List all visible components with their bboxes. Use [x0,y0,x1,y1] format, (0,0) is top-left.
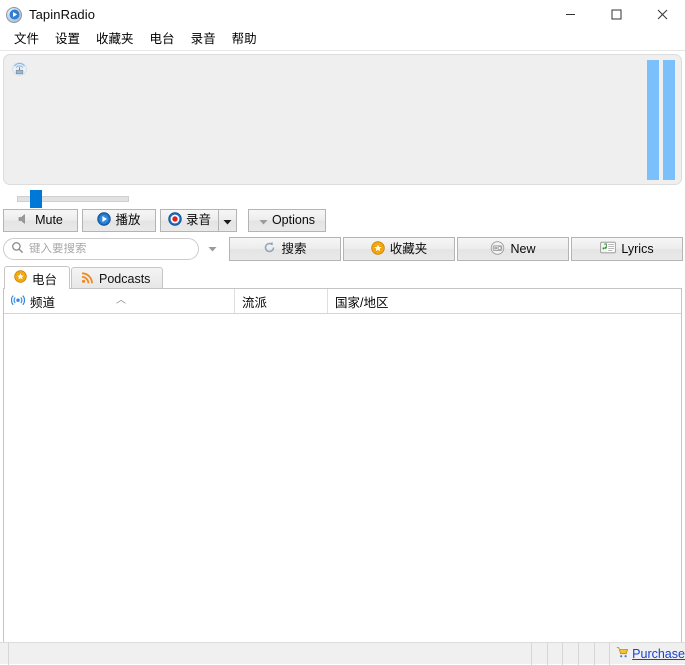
speaker-icon [18,213,31,228]
status-pane-5 [563,643,579,665]
tab-podcasts-label: Podcasts [99,272,150,286]
radio-icon [490,241,505,258]
cart-icon [616,646,629,661]
transport-toolbar: Mute 播放 录音 [0,207,685,234]
action-button-group: 搜索 收藏夹 New [229,237,683,261]
column-header-country[interactable]: 国家/地区 [328,289,681,313]
minimize-button[interactable] [547,0,593,29]
purchase-link[interactable]: Purchase [632,647,685,661]
menu-recording[interactable]: 录音 [184,30,223,49]
record-icon [168,212,182,229]
column-header-genre-label: 流派 [242,292,267,311]
record-button[interactable]: 录音 [160,209,218,232]
search-input[interactable] [29,243,189,255]
menu-settings[interactable]: 设置 [48,30,87,49]
status-pane-7 [595,643,611,665]
menu-bar: 文件 设置 收藏夹 电台 录音 帮助 [0,29,685,51]
favorites-button[interactable]: 收藏夹 [343,237,455,261]
rss-icon [81,271,94,287]
volume-slider[interactable] [3,185,682,207]
status-pane-2 [9,643,532,665]
broadcast-icon [11,293,25,309]
maximize-button[interactable] [593,0,639,29]
search-button[interactable]: 搜索 [229,237,341,261]
tab-strip: 电台 Podcasts [0,266,685,289]
radio-tower-icon [11,61,28,78]
search-icon [11,241,24,257]
search-toolbar: 搜索 收藏夹 New [0,234,685,264]
player-display-panel [3,54,682,185]
station-list-view[interactable]: 频道 ︿ 流派 国家/地区 [3,288,682,662]
play-button[interactable]: 播放 [82,209,156,232]
tab-radio-label: 电台 [32,269,57,288]
tab-podcasts[interactable]: Podcasts [71,267,163,289]
record-dropdown-button[interactable] [218,209,237,232]
record-button-label: 录音 [186,213,211,228]
lyrics-icon [600,241,616,257]
close-button[interactable] [639,0,685,29]
new-button-label: New [510,242,535,257]
search-button-label: 搜索 [281,242,306,257]
lyrics-button-label: Lyrics [621,242,653,257]
vu-meter [645,60,677,180]
list-column-header: 频道 ︿ 流派 国家/地区 [4,289,681,314]
volume-slider-thumb[interactable] [30,190,42,208]
vu-bar-left [647,60,659,180]
mute-button[interactable]: Mute [3,209,78,232]
column-header-genre[interactable]: 流派 [235,289,328,313]
status-pane-4 [548,643,564,665]
search-history-dropdown[interactable] [199,238,225,260]
list-body[interactable] [4,314,681,662]
play-button-label: 播放 [115,213,140,228]
vu-bar-right [663,60,675,180]
options-button-label: Options [272,213,315,228]
status-pane-3 [532,643,548,665]
status-bar: Purchase [0,642,685,664]
search-box[interactable] [3,238,199,260]
search-refresh-icon [263,241,276,257]
caret-down-icon [223,214,232,228]
menu-file[interactable]: 文件 [7,30,46,49]
lyrics-button[interactable]: Lyrics [571,237,683,261]
caret-down-small-icon [259,214,268,228]
new-button[interactable]: New [457,237,569,261]
column-header-channel[interactable]: 频道 ︿ [4,289,235,313]
status-pane-6 [579,643,595,665]
window-controls [547,0,685,29]
status-pane-1 [0,643,9,665]
menu-favorites[interactable]: 收藏夹 [89,30,141,49]
star-icon [14,270,27,286]
options-button[interactable]: Options [248,209,326,232]
tab-radio[interactable]: 电台 [4,266,70,289]
play-icon [97,212,111,229]
app-icon [6,7,22,23]
mute-button-label: Mute [35,213,63,228]
column-header-channel-label: 频道 [30,292,55,311]
star-icon [371,241,385,258]
purchase-link-container[interactable]: Purchase [610,646,685,661]
sort-ascending-icon: ︿ [116,291,126,306]
title-bar: TapinRadio [0,0,685,29]
menu-radio[interactable]: 电台 [143,30,182,49]
column-header-country-label: 国家/地区 [335,292,388,311]
menu-help[interactable]: 帮助 [225,30,264,49]
favorites-button-label: 收藏夹 [390,242,428,257]
window-title: TapinRadio [29,7,95,22]
